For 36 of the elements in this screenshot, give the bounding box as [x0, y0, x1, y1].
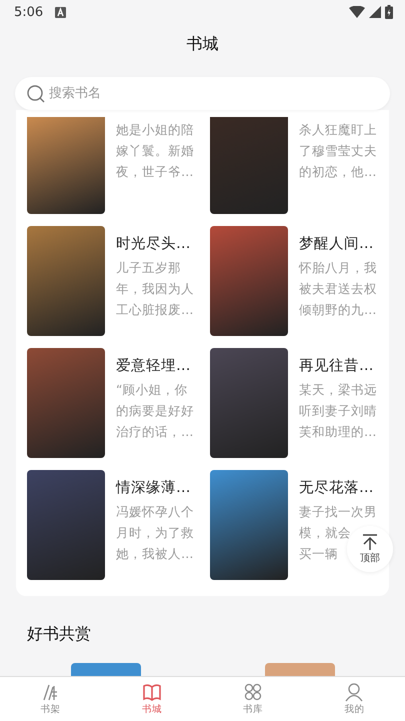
- book-description: 儿子五岁那年，我因为人工心脏报废…: [116, 259, 195, 319]
- section-title: 好书共赏: [27, 624, 91, 645]
- book-title[interactable]: 再见往昔…: [299, 356, 382, 375]
- book-title[interactable]: 梦醒人间…: [299, 234, 382, 253]
- person-icon: [344, 682, 364, 702]
- search-field[interactable]: 搜索书名: [15, 77, 390, 110]
- tab[interactable]: 书城: [101, 677, 202, 721]
- book-title[interactable]: 无尽花落…: [299, 478, 382, 497]
- book-description: 某天，梁书远听到妻子刘晴芙和助理的…: [299, 381, 378, 441]
- page-title: 书城: [186, 34, 218, 54]
- book-description: 她是小姐的陪嫁丫鬟。新婚夜，世子爷…: [116, 121, 195, 181]
- battery-icon: [385, 5, 393, 19]
- signal-icon: [369, 6, 381, 18]
- wifi-icon: [349, 6, 365, 18]
- book-description: 冯媛怀孕八个月时，为了救她，我被人…: [116, 503, 195, 563]
- search-icon: [27, 85, 45, 103]
- tab[interactable]: 书库: [202, 677, 304, 721]
- book-description: “顾小姐，你的病要是好好治疗的话，…: [116, 381, 195, 441]
- book-cover[interactable]: [210, 226, 288, 336]
- open-book-icon: [142, 682, 162, 702]
- grid-icon: [243, 682, 264, 702]
- book-title[interactable]: 爱意轻埋…: [116, 356, 199, 375]
- book-description: 怀胎八月，我被夫君送去权倾朝野的九…: [299, 259, 378, 319]
- book-description-line: 妻子找一次男: [299, 503, 377, 521]
- book-cover[interactable]: [210, 470, 288, 580]
- status-time: 5:06: [14, 4, 44, 20]
- book-description-line: 买一辆: [299, 545, 338, 563]
- book-description: 杀人狂魔盯上了穆雪莹丈夫的初恋，他…: [299, 121, 378, 181]
- tab[interactable]: 书架: [0, 677, 102, 721]
- book-title[interactable]: 时光尽头…: [116, 234, 199, 253]
- book-title[interactable]: 情深缘薄…: [116, 478, 199, 497]
- book-cover[interactable]: [27, 226, 105, 336]
- notification-icon: [55, 6, 66, 18]
- book-cover[interactable]: [27, 348, 105, 458]
- book-cover[interactable]: [27, 117, 105, 214]
- up-arrow-icon: [362, 534, 378, 550]
